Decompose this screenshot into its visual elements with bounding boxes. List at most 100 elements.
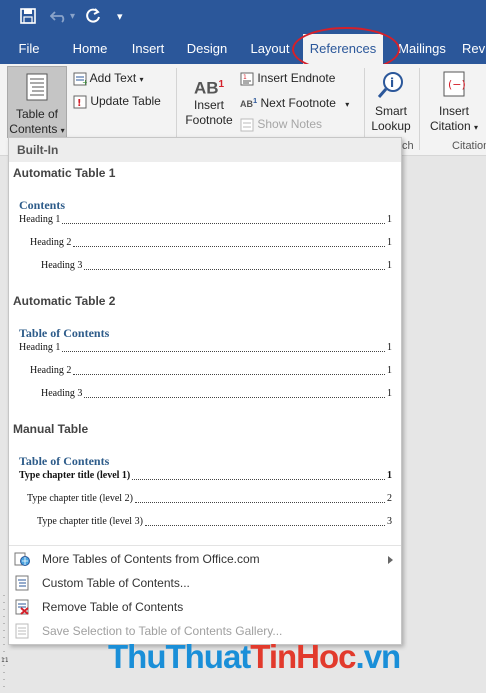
chevron-down-icon: ▾ (139, 75, 144, 84)
insert-footnote-label-1: Insert (193, 98, 224, 112)
gallery-title: Manual Table (13, 422, 89, 436)
save-gallery-icon (15, 623, 29, 639)
menu-item-label: Custom Table of Contents... (42, 576, 190, 590)
leader-dots (132, 479, 385, 480)
watermark: ThuThuatTinHoc.vn (108, 638, 402, 676)
custom-toc-menu-item[interactable]: Custom Table of Contents... (9, 571, 401, 595)
next-footnote-icon: AB1 (240, 96, 258, 109)
toc-line-page: 3 (387, 516, 392, 527)
smart-lookup-button[interactable]: i Smart Lookup (368, 70, 414, 134)
smart-lookup-label-2: Lookup (371, 119, 411, 133)
customize-qat-icon[interactable]: ▾ (117, 8, 123, 26)
show-notes-button[interactable]: Show Notes (240, 115, 322, 133)
gallery-item-automatic-table-1[interactable]: Automatic Table 1 Contents Heading 1 1 He… (9, 162, 401, 290)
toc-line-page: 1 (387, 237, 392, 248)
leader-dots (84, 269, 385, 270)
toc-line-text: Heading 1 (19, 342, 61, 353)
undo-icon[interactable] (49, 8, 68, 26)
remove-toc-menu-item[interactable]: Remove Table of Contents (9, 595, 401, 619)
toc-label-2-text: Contents (9, 122, 58, 136)
toc-line-text: Type chapter title (level 3) (37, 516, 143, 527)
toc-heading: Table of Contents (19, 326, 110, 340)
office-globe-icon (14, 552, 30, 566)
save-icon[interactable] (20, 8, 36, 26)
insert-footnote-button[interactable]: AB1 Insert Footnote (182, 72, 236, 128)
insert-endnote-label: Insert Endnote (257, 71, 336, 85)
footnote-icon: AB1 (182, 72, 236, 98)
more-tables-menu-item[interactable]: More Tables of Contents from Office.com (9, 547, 401, 571)
update-table-button[interactable]: ! Update Table (73, 92, 161, 110)
insert-endnote-button[interactable]: 1 Insert Endnote (240, 69, 335, 87)
svg-text:+: + (82, 78, 87, 86)
toc-line-text: Heading 1 (19, 214, 61, 225)
toc-label-2: Contents ▾ (8, 122, 66, 138)
insert-footnote-label-2: Footnote (185, 113, 233, 127)
leader-dots (73, 246, 385, 247)
toc-line-text: Heading 2 (30, 365, 72, 376)
leader-dots (134, 502, 385, 503)
svg-text:!: ! (77, 98, 82, 109)
toc-label-1: Table of (15, 107, 59, 121)
add-text-icon: + (73, 72, 87, 86)
smart-lookup-label-1: Smart (374, 104, 407, 118)
menu-item-label: More Tables of Contents from Office.com (42, 552, 260, 566)
insert-citation-label-2: Citation (429, 119, 471, 133)
toc-line-page: 2 (387, 493, 392, 504)
toc-line-page: 1 (387, 260, 392, 271)
toc-line-page: 1 (387, 388, 392, 399)
insert-endnote-icon: 1 (240, 72, 254, 86)
toc-line: Heading 3 1 (41, 387, 392, 401)
gallery-item-manual-table[interactable]: Manual Table Table of Contents Type chap… (9, 418, 401, 546)
toc-line: Type chapter title (level 3) 3 (37, 515, 392, 529)
dropdown-header: Built-In (9, 138, 401, 162)
remove-toc-icon (15, 599, 29, 615)
toc-line: Type chapter title (level 2) 2 (27, 492, 392, 506)
watermark-part3: .vn (355, 638, 402, 675)
toc-line-page: 1 (387, 470, 392, 481)
chevron-down-icon: ▾ (60, 126, 65, 135)
toc-line-text: Heading 3 (41, 388, 83, 399)
tab-review[interactable]: Rev (462, 34, 486, 64)
leader-dots (84, 397, 385, 398)
toc-heading: Contents (19, 198, 66, 212)
chevron-down-icon: ▾ (345, 100, 350, 109)
redo-icon[interactable] (85, 8, 101, 26)
menu-divider (9, 545, 401, 546)
toc-line-text: Type chapter title (level 2) (27, 493, 133, 504)
group-label-research: ch (402, 140, 414, 152)
toc-heading: Table of Contents (19, 454, 110, 468)
footnote-icon-text: AB (193, 78, 219, 98)
add-text-label: Add Text (89, 71, 137, 85)
smart-lookup-icon: i (377, 72, 403, 98)
svg-text:i: i (390, 76, 394, 90)
toc-line: Heading 1 1 (19, 213, 392, 227)
undo-dropdown-icon[interactable]: ▾ (70, 8, 75, 26)
custom-toc-icon (15, 575, 29, 591)
toc-line-page: 1 (387, 342, 392, 353)
next-footnote-button[interactable]: AB1 Next Footnote ▾ (240, 92, 349, 114)
toc-line-page: 1 (387, 214, 392, 225)
svg-text:11: 11 (1, 657, 8, 664)
tab-design[interactable]: Design (180, 34, 234, 64)
insert-citation-button[interactable]: (−) Insert Citation ▾ (426, 70, 482, 135)
next-footnote-label: Next Footnote (260, 96, 336, 110)
gallery-item-automatic-table-2[interactable]: Automatic Table 2 Table of Contents Head… (9, 290, 401, 418)
leader-dots (62, 223, 385, 224)
table-of-contents-button[interactable]: Table of Contents ▾ (7, 66, 67, 138)
table-of-contents-icon (26, 73, 48, 101)
tab-mailings[interactable]: Mailings (394, 34, 450, 64)
gallery-title: Automatic Table 2 (13, 294, 116, 308)
insert-citation-icon: (−) (443, 71, 466, 97)
tab-file[interactable]: File (10, 34, 48, 64)
show-notes-icon (240, 118, 254, 132)
tab-layout[interactable]: Layout (244, 34, 296, 64)
tab-home[interactable]: Home (66, 34, 114, 64)
watermark-part2: TinHoc (250, 638, 356, 675)
leader-dots (144, 525, 385, 526)
group-label-citations: Citation (452, 140, 486, 152)
ribbon-separator (419, 68, 420, 150)
toc-line-text: Heading 2 (30, 237, 72, 248)
footnote-icon-sup: 1 (218, 79, 225, 90)
add-text-button[interactable]: + Add Text ▾ (73, 69, 144, 89)
tab-insert[interactable]: Insert (124, 34, 172, 64)
